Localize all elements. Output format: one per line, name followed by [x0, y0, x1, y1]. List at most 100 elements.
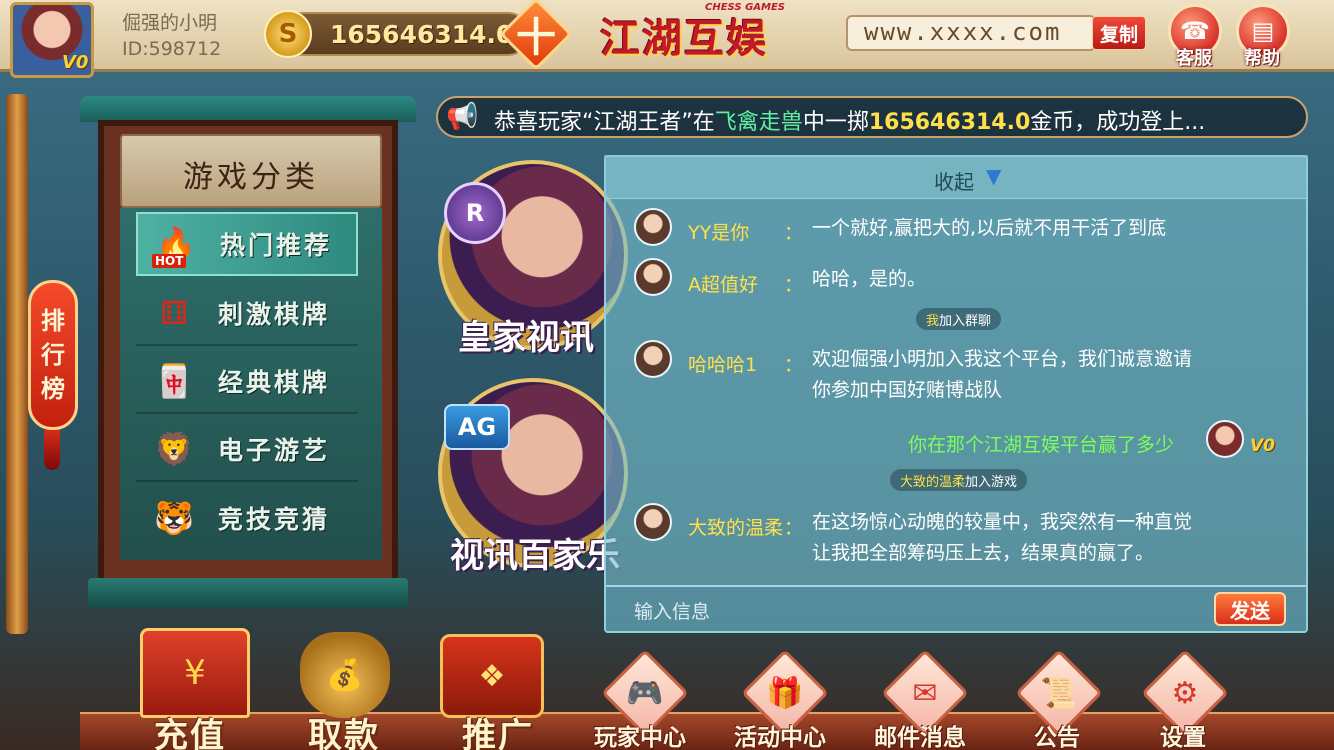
ticker-middle: 中一掷 — [802, 110, 869, 135]
nickname: 倔强的小明 — [122, 12, 218, 34]
category-label: 电子游艺 — [218, 436, 331, 465]
notice-label: 公告 — [1034, 725, 1080, 750]
category-label: 竞技竞猜 — [218, 505, 331, 534]
site-url: www.xxxx.com — [864, 18, 1062, 46]
avatar — [634, 503, 672, 541]
promote-label: 推广 — [462, 716, 534, 750]
chat-sender: YY是你 — [688, 222, 750, 244]
chat-message-line: 在这场惊心动魄的较量中，我突然有一种直觉 — [812, 511, 1193, 533]
coin-icon: ¥ — [184, 653, 206, 693]
chat-input[interactable] — [606, 585, 1306, 631]
withdraw-button[interactable]: 💰 — [300, 632, 390, 718]
copy-url-button[interactable]: 复制 — [1092, 16, 1146, 50]
category-exciting-cards[interactable]: ⚅ 刺激棋牌 — [136, 282, 358, 346]
game-label: 皇家视讯 — [458, 318, 594, 358]
customer-service-label: 客服 — [1176, 48, 1212, 69]
category-label: 经典棋牌 — [218, 368, 331, 397]
app-logo-subtitle: CHESS GAMES — [705, 2, 785, 13]
send-button[interactable]: 发送 — [1214, 592, 1286, 626]
chat-message-line: 让我把全部筹码压上去，结果真的赢了。 — [812, 542, 1155, 564]
avatar — [634, 258, 672, 296]
help-label: 帮助 — [1244, 48, 1280, 69]
chevron-down-icon[interactable]: ▼ — [986, 164, 1001, 188]
bottom-bar — [80, 712, 1334, 750]
royal-badge-icon: R — [444, 182, 506, 244]
treasure-chest-icon: ❖ — [478, 658, 506, 694]
system-notice-text: 加入群聊 — [939, 313, 992, 329]
mail-icon: ✉ — [912, 675, 938, 711]
system-notice-name: 大致的温柔 — [900, 474, 966, 490]
headset-icon: ☎ — [1180, 17, 1210, 45]
avatar — [634, 208, 672, 246]
chat-message-line: 你参加中国好赌博战队 — [812, 379, 1003, 401]
avatar — [634, 340, 672, 378]
money-bag-icon: 💰 — [326, 657, 364, 693]
game-label: 视讯百家乐 — [450, 536, 620, 576]
mail-label: 邮件消息 — [874, 725, 966, 750]
ticker-prefix: 恭喜玩家“江湖王者”在 — [494, 110, 715, 135]
plus-icon[interactable]: 十 — [510, 8, 562, 61]
left-rail — [6, 94, 28, 634]
book-icon: ▤ — [1251, 17, 1275, 45]
system-notice-name: 我 — [926, 313, 940, 329]
chat-input-placeholder[interactable]: 输入信息 — [634, 597, 710, 624]
chat-system-notice: 我加入群聊 — [916, 308, 1002, 330]
recharge-label: 充值 — [154, 716, 226, 750]
leaderboard-label-3: 榜 — [41, 375, 65, 403]
coin-icon: S — [264, 10, 312, 58]
coin-balance: 165646314.0 — [330, 20, 514, 49]
chat-message: 一个就好,赢把大的,以后就不用干活了到底 — [812, 217, 1167, 239]
system-notice-text: 加入游戏 — [965, 474, 1018, 490]
mascot-icon: 🐯 — [154, 499, 194, 537]
activity-center-label: 活动中心 — [734, 725, 826, 750]
gift-icon: 🎁 — [766, 675, 804, 711]
category-title: 游戏分类 — [183, 160, 319, 195]
settings-label: 设置 — [1160, 725, 1206, 750]
category-hot[interactable]: 🔥 HOT 热门推荐 — [136, 212, 358, 276]
category-label: 热门推荐 — [220, 231, 333, 260]
chat-message: 哈哈，是的。 — [812, 268, 927, 290]
hot-badge: HOT — [152, 254, 187, 268]
chat-message-line: 欢迎倔强小明加入我这个平台，我们诚意邀请 — [812, 348, 1193, 370]
my-avatar — [1206, 420, 1244, 458]
gamepad-icon: 🎮 — [626, 675, 664, 711]
chat-collapse-label[interactable]: 收起 — [934, 166, 974, 195]
chat-colon: ： — [784, 222, 804, 244]
ticker-suffix: 金币，成功登上... — [1030, 110, 1206, 135]
chat-colon: ： — [784, 354, 804, 376]
leaderboard-button[interactable]: 排 行 榜 — [28, 280, 78, 430]
ticker-amount: 165646314.0 — [868, 110, 1031, 135]
lion-icon: 🦁 — [154, 430, 194, 468]
category-classic-cards[interactable]: 🀄 经典棋牌 — [136, 350, 358, 414]
chat-my-message: 你在那个江湖互娱平台赢了多少 — [908, 434, 1175, 456]
player-center-label: 玩家中心 — [594, 725, 686, 750]
hot-icon: 🔥 HOT — [146, 218, 206, 270]
vip-badge: V0 — [1250, 436, 1275, 456]
chat-sender: A超值好 — [688, 274, 758, 296]
dice-icon: ⚅ — [160, 294, 188, 332]
scroll-icon: 📜 — [1040, 675, 1078, 711]
promote-button[interactable]: ❖ — [440, 634, 544, 718]
vip-badge: V0 — [62, 52, 89, 73]
category-betting[interactable]: 🐯 竞技竞猜 — [136, 486, 358, 550]
gear-icon: ⚙ — [1171, 675, 1199, 711]
category-panel-base — [88, 578, 408, 608]
ticker-text: 恭喜玩家“江湖王者”在飞禽走兽中一掷165646314.0金币，成功登上... — [494, 104, 1205, 136]
ag-badge-icon: AG — [444, 404, 510, 450]
recharge-button[interactable]: ¥ — [140, 628, 250, 718]
ticker-game: 飞禽走兽 — [714, 110, 803, 135]
chat-sender: 大致的温柔 — [688, 517, 784, 539]
speaker-icon: 📢 — [446, 102, 479, 132]
chat-colon: ： — [784, 274, 804, 296]
chat-system-notice: 大致的温柔 加入游戏 — [890, 469, 1028, 491]
leaderboard-label-1: 排 — [41, 307, 65, 335]
chat-sender: 哈哈哈1 — [688, 354, 758, 376]
mahjong-icon: 🀄 — [154, 362, 194, 400]
leaderboard-label-2: 行 — [41, 341, 65, 369]
category-label: 刺激棋牌 — [218, 300, 331, 329]
category-slots[interactable]: 🦁 电子游艺 — [136, 418, 358, 482]
tassel-icon — [44, 430, 60, 470]
category-panel-roof — [80, 96, 416, 122]
chat-colon: ： — [784, 517, 804, 539]
user-id: ID:598712 — [122, 38, 222, 60]
